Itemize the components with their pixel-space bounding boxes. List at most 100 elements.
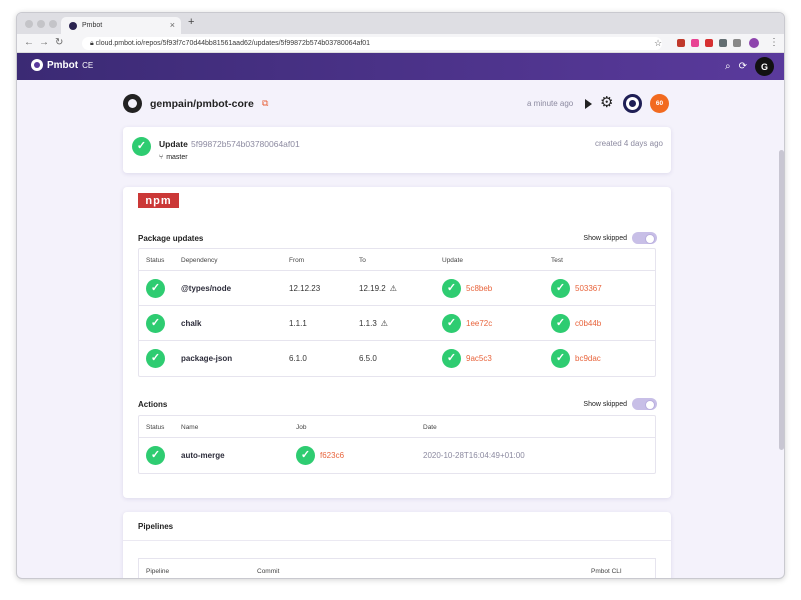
success-check-icon: ✓ — [442, 314, 461, 333]
dependency-name: chalk — [181, 319, 202, 328]
table-row: ✓ chalk 1.1.1 1.1.3 ⚠ ✓ 1ee72c ✓ c0b44b — [139, 306, 655, 341]
page-scrollbar[interactable] — [779, 150, 784, 450]
column-header: Name — [181, 424, 199, 431]
column-header: Status — [146, 424, 165, 431]
avatar[interactable]: G — [755, 57, 774, 76]
browser-tabbar: Pmbot × + — [17, 13, 784, 34]
window-maximize-dot[interactable] — [49, 20, 57, 28]
package-updates-title: Package updates — [138, 234, 204, 243]
dependency-name: package-json — [181, 354, 233, 363]
pipelines-table: Pipeline Commit Pmbot CLI — [138, 558, 656, 578]
browser-toolbar: ← → ↻ 🔒︎ cloud.pmbot.io/repos/5f93f7c70d… — [17, 34, 784, 53]
column-header: Pmbot CLI — [591, 568, 622, 575]
column-header: Date — [423, 424, 437, 431]
success-check-icon: ✓ — [146, 279, 165, 298]
extension-4-icon[interactable] — [719, 39, 727, 47]
update-job-link[interactable]: 1ee72c — [466, 319, 492, 328]
update-card: ✓ Update 5f99872b574b03780064af01 create… — [123, 127, 671, 173]
sync-icon[interactable]: ⟳ — [739, 61, 747, 72]
success-check-icon: ✓ — [146, 349, 165, 368]
repo-name: gempain/pmbot-core — [150, 98, 254, 110]
column-header: From — [289, 257, 305, 264]
extension-2-icon[interactable] — [691, 39, 699, 47]
warning-icon: ⚠ — [380, 319, 388, 328]
version-from: 12.12.23 — [289, 284, 321, 293]
play-icon[interactable] — [585, 99, 592, 109]
success-check-icon: ✓ — [296, 446, 315, 465]
browser-menu-icon[interactable]: ⋮ — [769, 37, 779, 48]
repo-header: gempain/pmbot-core ⧉ a minute ago ⚙ 60 — [123, 94, 671, 114]
address-bar[interactable]: 🔒︎ cloud.pmbot.io/repos/5f93f7c70d44bb81… — [82, 37, 662, 50]
warning-icon: ⚠ — [389, 284, 397, 293]
pipelines-title: Pipelines — [138, 522, 174, 531]
show-skipped-toggle[interactable] — [632, 398, 657, 410]
action-job-link[interactable]: f623c6 — [320, 451, 344, 460]
action-date: 2020-10-28T16:04:49+01:00 — [423, 451, 525, 460]
show-skipped-label: Show skipped — [583, 234, 627, 242]
circleci-icon[interactable] — [623, 94, 642, 113]
github-icon — [123, 94, 142, 113]
actions-title: Actions — [138, 400, 168, 409]
extension-1-icon[interactable] — [677, 39, 685, 47]
last-run-time: a minute ago — [527, 99, 574, 108]
browser-tab[interactable]: Pmbot × — [61, 17, 181, 34]
version-from: 1.1.1 — [289, 319, 307, 328]
branch-name: master — [166, 154, 188, 161]
extensions-puzzle-icon[interactable] — [733, 39, 741, 47]
show-skipped-toggle[interactable] — [632, 232, 657, 244]
table-row: ✓ @types/node 12.12.23 12.19.2 ⚠ ✓ 5c8beb… — [139, 271, 655, 306]
table-row: ✓ package-json 6.1.0 6.5.0 ✓ 9ac5c3 ✓ bc… — [139, 341, 655, 376]
branch-label: ⑂ master — [159, 154, 188, 161]
new-tab-button[interactable]: + — [188, 16, 194, 28]
success-check-icon: ✓ — [442, 279, 461, 298]
version-to-cell: 1.1.3 ⚠ — [359, 319, 388, 328]
column-header: Update — [442, 257, 463, 264]
npm-logo: npm — [138, 193, 179, 208]
update-title: Update — [159, 139, 188, 149]
column-header: Status — [146, 257, 165, 264]
window-close-dot[interactable] — [25, 20, 33, 28]
score-badge: 60 — [650, 94, 669, 113]
update-job-link[interactable]: 9ac5c3 — [466, 354, 492, 363]
test-job-link[interactable]: bc9dac — [575, 354, 601, 363]
table-header: Status Dependency From To Update Test — [139, 249, 655, 271]
tab-title: Pmbot — [82, 22, 103, 29]
pmbot-favicon-icon — [69, 21, 77, 30]
table-header: Status Name Job Date — [139, 416, 655, 438]
back-arrow-icon[interactable]: ← — [24, 37, 34, 48]
column-header: Commit — [257, 568, 280, 575]
update-created: created 4 days ago — [594, 139, 663, 148]
success-check-icon: ✓ — [551, 349, 570, 368]
forward-arrow-icon[interactable]: → — [39, 37, 49, 48]
pipelines-card: Pipelines Pipeline Commit Pmbot CLI — [123, 512, 671, 578]
external-link-icon[interactable]: ⧉ — [262, 98, 268, 109]
column-header: Dependency — [181, 257, 218, 264]
table-row: ✓ auto-merge ✓ f623c6 2020-10-28T16:04:4… — [139, 438, 655, 473]
extension-3-icon[interactable] — [705, 39, 713, 47]
action-name: auto-merge — [181, 451, 225, 460]
bookmark-star-icon[interactable]: ☆ — [654, 38, 662, 49]
main-content: gempain/pmbot-core ⧉ a minute ago ⚙ 60 ✓… — [17, 80, 784, 578]
gear-icon[interactable]: ⚙ — [600, 95, 613, 111]
git-branch-icon: ⑂ — [159, 154, 164, 161]
column-header: Test — [551, 257, 563, 264]
version-to-cell: 12.19.2 ⚠ — [359, 284, 397, 293]
test-job-link[interactable]: c0b44b — [575, 319, 601, 328]
window-minimize-dot[interactable] — [37, 20, 45, 28]
column-header: Pipeline — [146, 568, 170, 575]
version-from: 6.1.0 — [289, 354, 307, 363]
success-check-icon: ✓ — [551, 279, 570, 298]
edition-label: CE — [82, 60, 94, 70]
success-check-icon: ✓ — [132, 137, 151, 156]
tab-close-icon[interactable]: × — [170, 20, 175, 30]
success-check-icon: ✓ — [551, 314, 570, 333]
search-icon[interactable]: ⌕ — [725, 61, 731, 72]
show-skipped-actions: Show skipped — [583, 398, 657, 410]
reload-icon[interactable]: ↻ — [55, 37, 63, 48]
test-job-link[interactable]: 503367 — [575, 284, 602, 293]
app-logo[interactable]: Pmbot CE — [31, 59, 93, 71]
npm-card: npm Package updates Show skipped Status … — [123, 187, 671, 498]
update-job-link[interactable]: 5c8beb — [466, 284, 492, 293]
profile-icon[interactable] — [749, 38, 759, 48]
brand-name: Pmbot — [47, 59, 79, 71]
